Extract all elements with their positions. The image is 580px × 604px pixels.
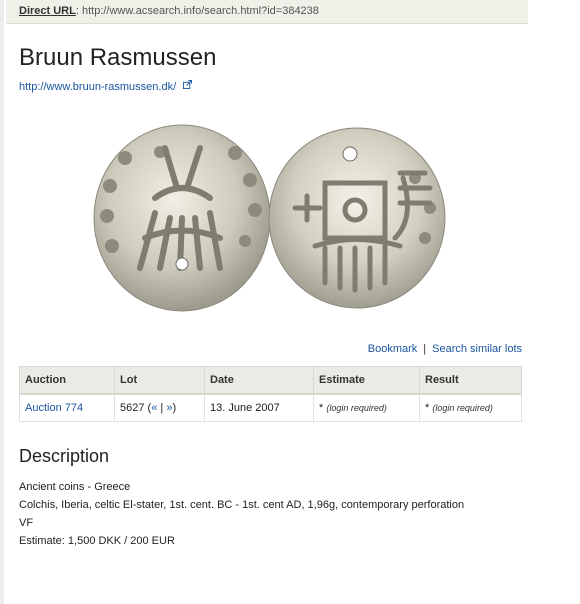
lot-number: 5627 bbox=[120, 402, 145, 414]
direct-url-value[interactable]: http://www.acsearch.info/search.html?id=… bbox=[82, 5, 319, 17]
column-header-lot: Lot bbox=[114, 366, 205, 395]
left-border bbox=[0, 0, 4, 604]
lot-actions: Bookmark | Search similar lots bbox=[0, 343, 522, 355]
column-header-date: Date bbox=[204, 366, 314, 395]
table-row: Auction 774 5627 (« | ») 13. June 2007 *… bbox=[19, 393, 522, 422]
previous-lot-link[interactable]: « bbox=[151, 402, 157, 414]
result-star: * bbox=[425, 402, 430, 414]
lot-nav-close: ) bbox=[172, 402, 177, 414]
cell-estimate: * (login required) bbox=[313, 393, 420, 422]
auction-house-link-row: http://www.bruun-rasmussen.dk/ bbox=[19, 80, 193, 93]
bookmark-link[interactable]: Bookmark bbox=[368, 343, 418, 355]
estimate-star: * bbox=[319, 402, 324, 414]
cell-auction: Auction 774 bbox=[19, 393, 115, 422]
auction-link[interactable]: Auction 774 bbox=[25, 402, 83, 414]
description-title: Description bbox=[19, 446, 110, 466]
auction-house-website-link[interactable]: http://www.bruun-rasmussen.dk/ bbox=[19, 81, 176, 93]
estimate-login-required: (login required) bbox=[326, 403, 387, 413]
direct-url-bar: Direct URL: http://www.acsearch.info/sea… bbox=[6, 0, 528, 24]
column-header-result: Result bbox=[419, 366, 522, 395]
description-grade: VF bbox=[19, 517, 34, 529]
description-details: Colchis, Iberia, celtic El-stater, 1st. … bbox=[19, 499, 465, 511]
lot-table: Auction Lot Date Estimate Result Auction… bbox=[19, 366, 522, 422]
search-similar-link[interactable]: Search similar lots bbox=[432, 343, 522, 355]
description-text: Ancient coins - Greece Colchis, Iberia, … bbox=[19, 478, 464, 550]
cell-lot: 5627 (« | ») bbox=[114, 393, 205, 422]
table-header-row: Auction Lot Date Estimate Result bbox=[19, 366, 522, 395]
direct-url-label: Direct URL bbox=[19, 5, 76, 17]
column-header-estimate: Estimate bbox=[313, 366, 420, 395]
actions-separator: | bbox=[423, 343, 427, 355]
description-estimate: Estimate: 1,500 DKK / 200 EUR bbox=[19, 535, 175, 547]
coin-obverse bbox=[93, 124, 271, 312]
direct-url-colon: : bbox=[75, 5, 79, 17]
result-login-required: (login required) bbox=[432, 403, 493, 413]
cell-result: * (login required) bbox=[419, 393, 522, 422]
auction-house-title: Bruun Rasmussen bbox=[19, 44, 217, 71]
cell-date: 13. June 2007 bbox=[204, 393, 314, 422]
external-link-icon[interactable] bbox=[183, 80, 193, 89]
coin-image bbox=[93, 124, 446, 312]
lot-nav-separator: | bbox=[160, 402, 164, 414]
description-category: Ancient coins - Greece bbox=[19, 481, 131, 493]
coin-reverse bbox=[268, 127, 446, 309]
column-header-auction: Auction bbox=[19, 366, 115, 395]
